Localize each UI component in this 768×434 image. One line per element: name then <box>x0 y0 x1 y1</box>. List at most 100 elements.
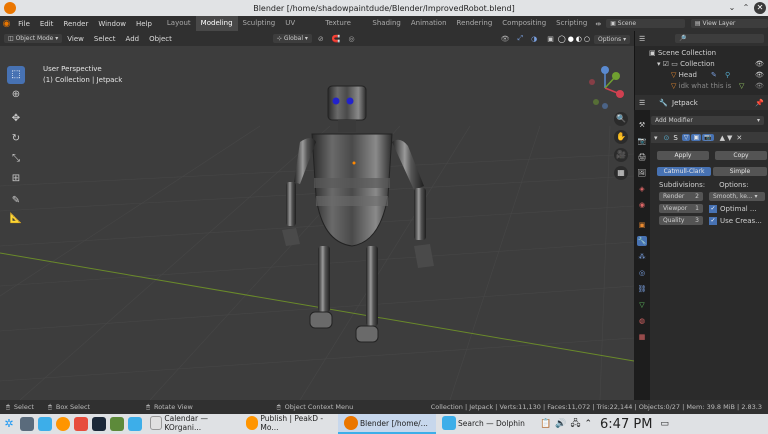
scale-tool-icon[interactable]: ⤡ <box>7 150 25 168</box>
copy-button[interactable]: Copy <box>715 151 767 160</box>
more-tabs-icon[interactable]: ⇹ <box>592 20 604 28</box>
scene-selector[interactable]: ▣ Scene <box>606 19 685 28</box>
viewport-levels-field[interactable]: Viewpor 1 <box>659 204 703 213</box>
visibility-icon[interactable]: 👁 <box>501 35 510 43</box>
transform-tool-icon[interactable]: ⊞ <box>7 170 25 188</box>
render-levels-field[interactable]: Render 2 <box>659 192 703 201</box>
simple-button[interactable]: Simple <box>713 167 767 176</box>
outliner-item-unknown[interactable]: ▽ idk what this is ▽ 👁 <box>649 81 768 92</box>
viewport-menu-view[interactable]: View <box>62 35 89 43</box>
camera-view-icon[interactable]: 🎥 <box>614 148 628 162</box>
robot-model[interactable] <box>0 46 634 400</box>
outliner-collection[interactable]: ▾ ☑ ▭ Collection 👁 <box>649 59 768 70</box>
data-tab-icon[interactable]: ▽ <box>637 300 647 310</box>
navigation-gizmo[interactable] <box>584 64 626 112</box>
select-tool-icon[interactable]: ⬚ <box>7 66 25 84</box>
mode-selector[interactable]: ◫ Object Mode ▾ <box>4 34 63 43</box>
measure-tool-icon[interactable]: 📐 <box>7 210 25 228</box>
menu-file[interactable]: File <box>13 20 35 28</box>
minecraft-icon[interactable] <box>110 417 124 431</box>
scene-tab-icon[interactable]: ◈ <box>637 184 647 194</box>
outliner-search[interactable]: 🔎 <box>675 34 764 43</box>
desktop-pager-icon[interactable] <box>20 417 34 431</box>
viewport-menu-add[interactable]: Add <box>121 35 145 43</box>
show-render-icon[interactable]: 📷 <box>702 134 714 141</box>
shading-wireframe-icon[interactable]: ◯ <box>558 35 566 43</box>
render-tab-icon[interactable]: 📷 <box>637 136 647 146</box>
texture-tab-icon[interactable]: ▦ <box>637 332 647 342</box>
tab-compositing[interactable]: Compositing <box>497 16 551 31</box>
menu-help[interactable]: Help <box>131 20 157 28</box>
tab-rendering[interactable]: Rendering <box>452 16 498 31</box>
proportional-edit-icon[interactable]: ◎ <box>349 35 355 43</box>
move-tool-icon[interactable]: ✥ <box>7 110 25 128</box>
outliner-type-icon[interactable]: ☰ <box>639 35 645 43</box>
viewport-menu-select[interactable]: Select <box>89 35 121 43</box>
file-manager-icon[interactable] <box>38 417 52 431</box>
menu-render[interactable]: Render <box>58 20 93 28</box>
viewport-options-button[interactable]: Options ▾ <box>594 35 631 44</box>
pan-hand-icon[interactable]: ✋ <box>614 130 628 144</box>
tab-shading[interactable]: Shading <box>367 16 405 31</box>
tab-sculpting[interactable]: Sculpting <box>238 16 281 31</box>
taskbar-app-firefox[interactable]: Publish | PeakD - Mo... <box>240 414 338 434</box>
collapse-modifier-icon[interactable]: ▾ <box>654 134 658 142</box>
taskbar-app-dolphin[interactable]: Search — Dolphin <box>436 414 532 434</box>
optimal-display-checkbox[interactable]: ✓ <box>709 204 717 213</box>
material-tab-icon[interactable]: ◍ <box>637 316 647 326</box>
shading-material-icon[interactable]: ◐ <box>576 35 582 43</box>
tab-scripting[interactable]: Scripting <box>551 16 592 31</box>
quality-field[interactable]: Quality 3 <box>659 216 703 225</box>
tray-expand-icon[interactable]: ⌃ <box>584 419 592 429</box>
shading-solid-icon[interactable]: ● <box>568 35 574 43</box>
tab-animation[interactable]: Animation <box>406 16 452 31</box>
firefox-icon[interactable] <box>56 417 70 431</box>
gizmo-toggle-icon[interactable]: ⤢ <box>518 34 524 43</box>
edit-mode-toggle-icon[interactable]: ▽ <box>681 134 691 141</box>
move-down-icon[interactable]: ▼ <box>727 134 732 142</box>
folder-icon[interactable] <box>128 417 142 431</box>
apply-button[interactable]: Apply <box>657 151 709 160</box>
pin-icon[interactable]: 📌 <box>755 99 764 107</box>
overlay-toggle-icon[interactable]: ◑ <box>531 35 537 43</box>
viewport-menu-object[interactable]: Object <box>144 35 177 43</box>
close-icon[interactable]: ✕ <box>754 2 766 14</box>
outliner-scene-collection[interactable]: ▣ Scene Collection <box>649 48 768 59</box>
annotate-tool-icon[interactable]: ✎ <box>7 192 25 210</box>
add-modifier-button[interactable]: Add Modifier ▾ <box>651 116 764 125</box>
tab-uv-editing[interactable]: UV Editing <box>280 16 320 42</box>
maximize-icon[interactable]: ⌃ <box>740 2 752 14</box>
clock[interactable]: 6:47 PM <box>600 417 652 432</box>
physics-tab-icon[interactable]: ◎ <box>637 268 647 278</box>
output-tab-icon[interactable]: 🖨 <box>637 152 647 162</box>
tool-tab-icon[interactable]: ⚒ <box>637 120 647 130</box>
clipboard-icon[interactable]: 📋 <box>540 419 551 429</box>
xray-icon[interactable]: ▣ <box>547 35 554 43</box>
tab-modeling[interactable]: Modeling <box>195 16 238 31</box>
cursor-tool-icon[interactable]: ⊕ <box>7 86 25 104</box>
shading-rendered-icon[interactable]: ○ <box>584 35 590 43</box>
app-launcher-icon[interactable]: ✲ <box>2 417 16 431</box>
blender-menu-icon[interactable]: ◉ <box>0 19 13 29</box>
remove-modifier-icon[interactable]: ✕ <box>736 134 742 142</box>
ortho-grid-icon[interactable]: ▦ <box>614 166 628 180</box>
network-icon[interactable]: 🖧 <box>570 416 580 432</box>
steam-icon[interactable] <box>92 417 106 431</box>
taskbar-app-calendar[interactable]: Calendar — KOrgani... <box>144 414 240 434</box>
show-desktop-icon[interactable]: ▭ <box>660 419 669 429</box>
particles-tab-icon[interactable]: ⁂ <box>637 252 647 262</box>
taskbar-app-blender[interactable]: Blender [/home/... <box>338 414 436 434</box>
menu-edit[interactable]: Edit <box>35 20 59 28</box>
outliner-item-head[interactable]: ▽ Head ✎ ⚲ 👁 <box>649 70 768 81</box>
object-tab-icon[interactable]: ▣ <box>637 220 647 230</box>
modifier-name[interactable]: S <box>673 134 677 142</box>
zoom-icon[interactable]: 🔍 <box>614 112 628 126</box>
transform-orientation-selector[interactable]: ⊹ Global ▾ <box>272 34 312 43</box>
volume-icon[interactable]: 🔊 <box>555 419 566 429</box>
constraints-tab-icon[interactable]: ⛓ <box>637 284 647 294</box>
catmull-clark-button[interactable]: Catmull-Clark <box>657 167 711 176</box>
tab-layout[interactable]: Layout <box>162 16 196 31</box>
rotate-tool-icon[interactable]: ↻ <box>7 130 25 148</box>
tab-texture-paint[interactable]: Texture Paint <box>320 16 367 42</box>
view-layer-tab-icon[interactable]: 🖼 <box>637 168 647 178</box>
